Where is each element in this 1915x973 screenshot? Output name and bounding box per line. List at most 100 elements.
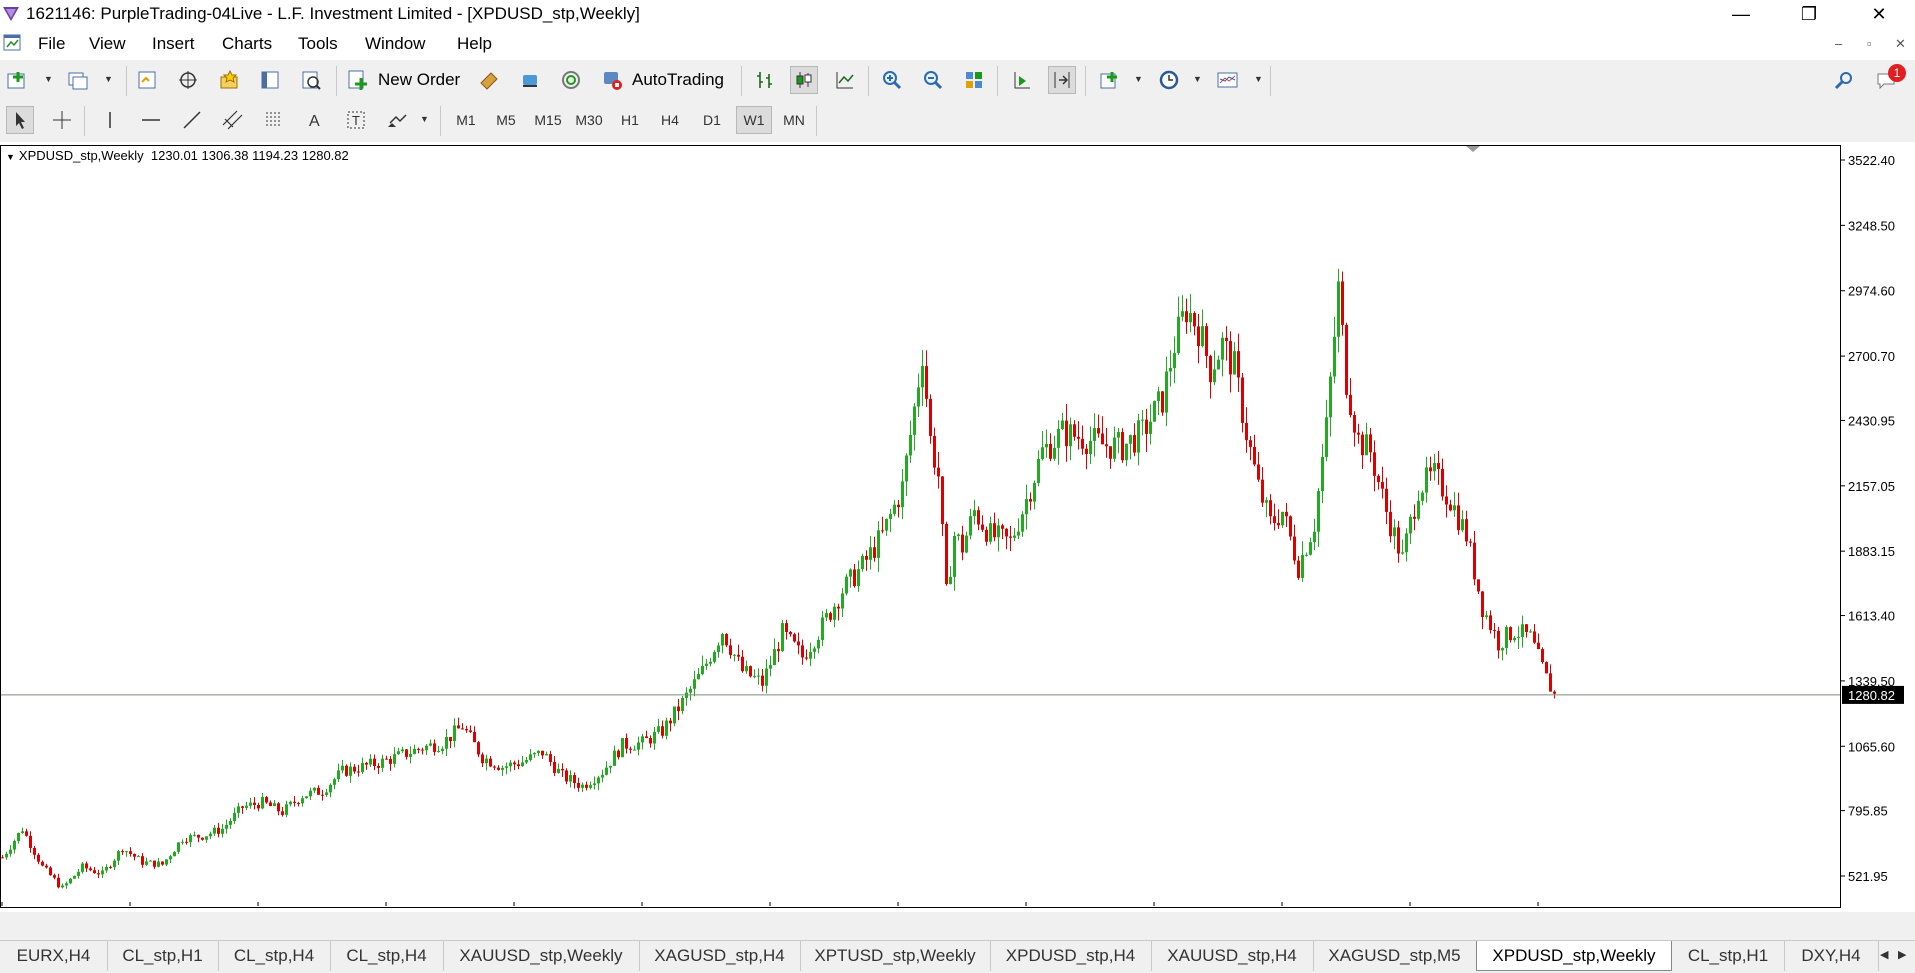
market-watch-icon[interactable] <box>133 66 161 94</box>
new-order-icon[interactable] <box>344 66 372 94</box>
indicators-icon[interactable] <box>1096 66 1124 94</box>
search-icon[interactable] <box>1830 66 1858 94</box>
candle-body <box>445 736 448 749</box>
bar-chart-icon[interactable] <box>751 66 779 94</box>
menu-tools[interactable]: Tools <box>298 34 338 54</box>
candlestick-chart-icon[interactable] <box>790 66 818 94</box>
chart-tab[interactable]: CL_stp,H4 <box>218 941 331 971</box>
templates-icon[interactable] <box>1214 66 1242 94</box>
menu-help[interactable]: Help <box>457 34 492 54</box>
timeframe-m1[interactable]: M1 <box>451 106 481 134</box>
candle-body <box>1037 458 1040 483</box>
collapse-triangle-icon[interactable]: ▼ <box>6 152 15 162</box>
notifications-icon[interactable]: 1 <box>1870 64 1906 94</box>
navigator-icon[interactable] <box>215 66 243 94</box>
profiles-icon[interactable] <box>64 66 92 94</box>
chart-tab[interactable]: CL_stp,H1 <box>1672 941 1785 971</box>
timeframe-h1[interactable]: H1 <box>614 106 646 134</box>
timeframe-m5[interactable]: M5 <box>491 106 521 134</box>
chart-tab[interactable]: EURX,H4 <box>0 941 108 971</box>
chart-tab[interactable]: DXY,H4 <box>1784 941 1879 971</box>
candle-body <box>69 878 72 884</box>
profiles-dropdown-icon[interactable]: ▼ <box>104 74 113 84</box>
candle-body <box>1169 367 1172 372</box>
chart-tab[interactable]: XPDUSD_stp,H4 <box>990 941 1152 971</box>
chart-tab[interactable]: XAUUSD_stp,H4 <box>1151 941 1314 971</box>
timeframe-w1[interactable]: W1 <box>736 106 772 134</box>
child-restore-button[interactable]: ▫ <box>1867 36 1872 51</box>
chart-tab[interactable]: XPTUSD_stp,Weekly <box>800 941 991 971</box>
horizontal-line-icon[interactable] <box>137 106 165 134</box>
candle-body <box>1121 432 1124 461</box>
candle-body <box>1197 326 1200 347</box>
menu-view[interactable]: View <box>89 34 126 54</box>
timeframe-m30[interactable]: M30 <box>571 106 607 134</box>
timeframe-d1[interactable]: D1 <box>696 106 728 134</box>
arrows-icon[interactable] <box>383 106 411 134</box>
candle-body <box>1129 435 1132 444</box>
signals-icon[interactable] <box>516 66 544 94</box>
price-chart[interactable]: 3522.40 3248.50 2974.60 2700.70 2430.95 2157.… <box>0 142 1915 912</box>
menu-window[interactable]: Window <box>365 34 425 54</box>
new-chart-icon[interactable] <box>4 66 32 94</box>
price-axis-label: 3522.40 <box>1848 153 1895 168</box>
terminal-icon[interactable] <box>256 66 284 94</box>
candle-body <box>1497 630 1500 651</box>
chart-tab[interactable]: XAUUSD_stp,Weekly <box>443 941 640 971</box>
zoom-in-icon[interactable] <box>878 66 906 94</box>
candle-body <box>733 654 736 656</box>
child-minimize-button[interactable]: – <box>1835 36 1842 51</box>
maximize-button[interactable]: ❐ <box>1781 0 1837 28</box>
equidistant-channel-icon[interactable] <box>219 106 247 134</box>
timeframe-m15[interactable]: M15 <box>530 106 566 134</box>
candle-body <box>1 857 4 859</box>
fibonacci-icon[interactable] <box>260 106 288 134</box>
chart-tab[interactable]: XAGUSD_stp,M5 <box>1313 941 1477 971</box>
tabs-scroll-left-icon[interactable]: ◀ <box>1880 948 1888 961</box>
chart-shift-marker <box>1466 146 1480 152</box>
candle-body <box>1457 505 1460 531</box>
chart-tab[interactable]: CL_stp,H4 <box>330 941 444 971</box>
tabs-scroll-right-icon[interactable]: ▶ <box>1898 948 1906 961</box>
candle-body <box>117 851 120 861</box>
trendline-icon[interactable] <box>178 106 206 134</box>
candle-body <box>197 834 200 838</box>
close-button[interactable]: ✕ <box>1851 0 1907 28</box>
autotrading-button[interactable]: AutoTrading <box>632 70 724 90</box>
autotrading-icon[interactable] <box>598 66 626 94</box>
candle-body <box>973 510 976 517</box>
new-order-button[interactable]: New Order <box>378 70 460 90</box>
minimize-button[interactable]: — <box>1713 0 1769 28</box>
child-close-button[interactable]: ✕ <box>1895 36 1906 52</box>
strategy-tester-icon[interactable] <box>297 66 325 94</box>
cursor-icon[interactable] <box>6 106 34 134</box>
chart-tab[interactable]: CL_stp,H1 <box>107 941 219 971</box>
chart-tab-active[interactable]: XPDUSD_stp,Weekly <box>1476 941 1672 971</box>
menu-insert[interactable]: Insert <box>152 34 195 54</box>
data-window-icon[interactable] <box>174 66 202 94</box>
text-label-icon[interactable]: T <box>342 106 370 134</box>
timeframe-mn[interactable]: MN <box>776 106 812 134</box>
templates-dropdown-icon[interactable]: ▼ <box>1254 74 1263 84</box>
auto-scroll-icon[interactable] <box>1048 66 1076 94</box>
menu-charts[interactable]: Charts <box>222 34 272 54</box>
tile-windows-icon[interactable] <box>960 66 988 94</box>
zoom-out-icon[interactable] <box>919 66 947 94</box>
text-icon[interactable]: A <box>301 106 329 134</box>
new-chart-dropdown-icon[interactable]: ▼ <box>44 74 53 84</box>
indicators-dropdown-icon[interactable]: ▼ <box>1134 74 1143 84</box>
candle-body <box>1137 420 1140 453</box>
timeframe-h4[interactable]: H4 <box>654 106 686 134</box>
candle-body <box>1545 662 1548 674</box>
shapes-dropdown-icon[interactable]: ▼ <box>420 114 429 124</box>
market-icon[interactable] <box>557 66 585 94</box>
periods-dropdown-icon[interactable]: ▼ <box>1193 74 1202 84</box>
chart-tab[interactable]: XAGUSD_stp,H4 <box>639 941 801 971</box>
crosshair-icon[interactable] <box>48 106 76 134</box>
line-chart-icon[interactable] <box>831 66 859 94</box>
chart-shift-icon[interactable] <box>1008 66 1036 94</box>
metaeditor-icon[interactable] <box>475 66 503 94</box>
vertical-line-icon[interactable] <box>96 106 124 134</box>
periods-icon[interactable] <box>1155 66 1183 94</box>
menu-file[interactable]: File <box>38 34 65 54</box>
